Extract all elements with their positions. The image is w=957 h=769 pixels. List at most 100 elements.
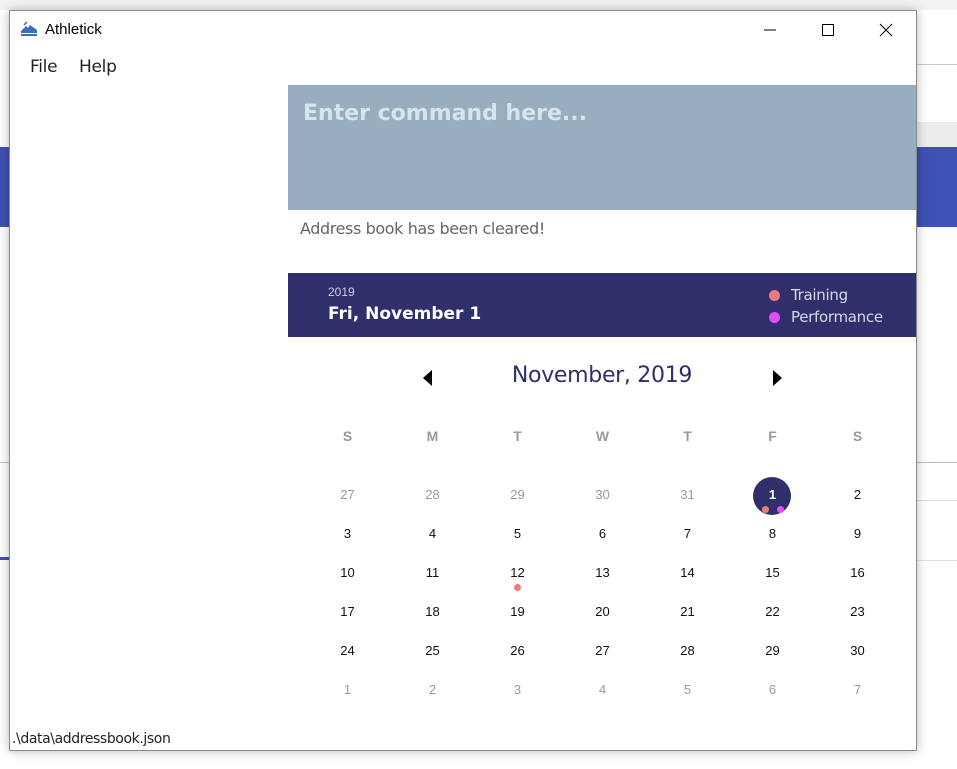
day-number: 8 [768, 526, 777, 541]
day-number: 21 [680, 604, 695, 619]
day-number: 15 [765, 565, 780, 580]
performance-event-dot-icon [776, 506, 784, 513]
calendar-day[interactable]: 24 [305, 633, 390, 672]
calendar-day[interactable]: 21 [645, 594, 730, 633]
calendar-day[interactable]: 28 [390, 477, 475, 516]
calendar-day[interactable]: 8 [730, 516, 815, 555]
day-number: 4 [428, 526, 437, 541]
calendar-day[interactable]: 28 [645, 633, 730, 672]
menu-help[interactable]: Help [79, 57, 117, 77]
calendar-day[interactable]: 10 [305, 555, 390, 594]
calendar-day[interactable]: 9 [815, 516, 900, 555]
weekday-label: T [683, 428, 692, 444]
day-number: 26 [510, 643, 525, 658]
day-number: 5 [513, 526, 522, 541]
title-bar[interactable]: Athletick [10, 11, 916, 49]
calendar-day[interactable]: 1 [305, 672, 390, 711]
calendar-day[interactable]: 29 [475, 477, 560, 516]
calendar-day[interactable]: 20 [560, 594, 645, 633]
day-number: 4 [598, 682, 607, 697]
day-number: 25 [425, 643, 440, 658]
day-number: 5 [683, 682, 692, 697]
calendar-day[interactable]: 15 [730, 555, 815, 594]
day-number: 31 [680, 487, 695, 502]
calendar-day[interactable]: 22 [730, 594, 815, 633]
calendar-day[interactable]: 5 [475, 516, 560, 555]
background-window-blue-band-right [917, 147, 957, 227]
day-number: 27 [340, 487, 355, 502]
next-month-arrow-icon[interactable] [769, 369, 785, 387]
day-number: 7 [853, 682, 862, 697]
calendar-day[interactable]: 19 [475, 594, 560, 633]
calendar-day-selected[interactable]: 1 [730, 477, 815, 516]
calendar-day[interactable]: 3 [305, 516, 390, 555]
legend-performance: Performance [769, 308, 883, 326]
day-number: 2 [428, 682, 437, 697]
day-number: 6 [768, 682, 777, 697]
calendar-day[interactable]: 7 [645, 516, 730, 555]
calendar-day[interactable]: 3 [475, 672, 560, 711]
close-button[interactable] [857, 11, 915, 49]
calendar-day[interactable]: 27 [305, 477, 390, 516]
minimize-icon [764, 29, 776, 31]
calendar-day[interactable]: 23 [815, 594, 900, 633]
calendar-day[interactable]: 30 [815, 633, 900, 672]
calendar-day[interactable]: 7 [815, 672, 900, 711]
day-number: 30 [595, 487, 610, 502]
background-window-blue-line [0, 557, 9, 560]
calendar-week-row: 10 11 12 13 14 15 16 [305, 555, 900, 594]
calendar-day[interactable]: 30 [560, 477, 645, 516]
weekday-label: W [595, 428, 610, 444]
menu-file[interactable]: File [30, 57, 58, 77]
calendar-day[interactable]: 27 [560, 633, 645, 672]
calendar-week-row: 1 2 3 4 5 6 7 [305, 672, 900, 711]
calendar-week-row: 24 25 26 27 28 29 30 [305, 633, 900, 672]
calendar-day[interactable]: 18 [390, 594, 475, 633]
day-number: 11 [425, 565, 440, 580]
calendar-day[interactable]: 11 [390, 555, 475, 594]
weekday-label: S [852, 428, 863, 444]
calendar-day[interactable]: 6 [560, 516, 645, 555]
calendar-day[interactable]: 26 [475, 633, 560, 672]
calendar-grid: SMTWTFS 27 28 29 30 31 1 2 3 4 5 6 7 8 9 10 11 12 13 14 15 1… [305, 421, 900, 711]
day-number: 23 [850, 604, 865, 619]
calendar-day[interactable]: 29 [730, 633, 815, 672]
calendar-day[interactable]: 4 [390, 516, 475, 555]
day-number: 29 [510, 487, 525, 502]
day-number: 9 [853, 526, 862, 541]
calendar-day[interactable]: 31 [645, 477, 730, 516]
calendar-day[interactable]: 6 [730, 672, 815, 711]
maximize-button[interactable] [799, 11, 857, 49]
calendar-day[interactable]: 2 [390, 672, 475, 711]
calendar-day[interactable]: 5 [645, 672, 730, 711]
calendar-weeks: 27 28 29 30 31 1 2 3 4 5 6 7 8 9 10 11 12 13 14 15 16 17 18 19 2… [305, 477, 900, 711]
desktop: Athletick File Help Enter command here..… [0, 0, 957, 769]
close-icon [879, 23, 893, 37]
header-year: 2019 [328, 285, 355, 299]
minimize-button[interactable] [741, 11, 799, 49]
legend-performance-label: Performance [791, 308, 883, 326]
day-number: 27 [595, 643, 610, 658]
calendar-day[interactable]: 2 [815, 477, 900, 516]
calendar-week-row: 27 28 29 30 31 1 2 [305, 477, 900, 516]
status-bar-file-path: .\data\addressbook.json [12, 731, 171, 747]
calendar-day[interactable]: 25 [390, 633, 475, 672]
day-number: 16 [850, 565, 865, 580]
calendar-day[interactable]: 12 [475, 555, 560, 594]
day-number: 28 [680, 643, 695, 658]
calendar-day[interactable]: 14 [645, 555, 730, 594]
command-input[interactable] [288, 85, 916, 141]
calendar-day[interactable]: 17 [305, 594, 390, 633]
day-number: 1 [768, 487, 777, 502]
calendar-day[interactable]: 13 [560, 555, 645, 594]
maximize-icon [822, 24, 834, 36]
day-number: 1 [343, 682, 352, 697]
day-number: 2 [853, 487, 862, 502]
background-window-divider [917, 462, 957, 463]
calendar-day[interactable]: 4 [560, 672, 645, 711]
performance-dot-icon [769, 311, 780, 323]
day-number: 6 [598, 526, 607, 541]
calendar-day[interactable]: 16 [815, 555, 900, 594]
background-window-divider-2 [917, 500, 957, 501]
day-number: 13 [595, 565, 610, 580]
